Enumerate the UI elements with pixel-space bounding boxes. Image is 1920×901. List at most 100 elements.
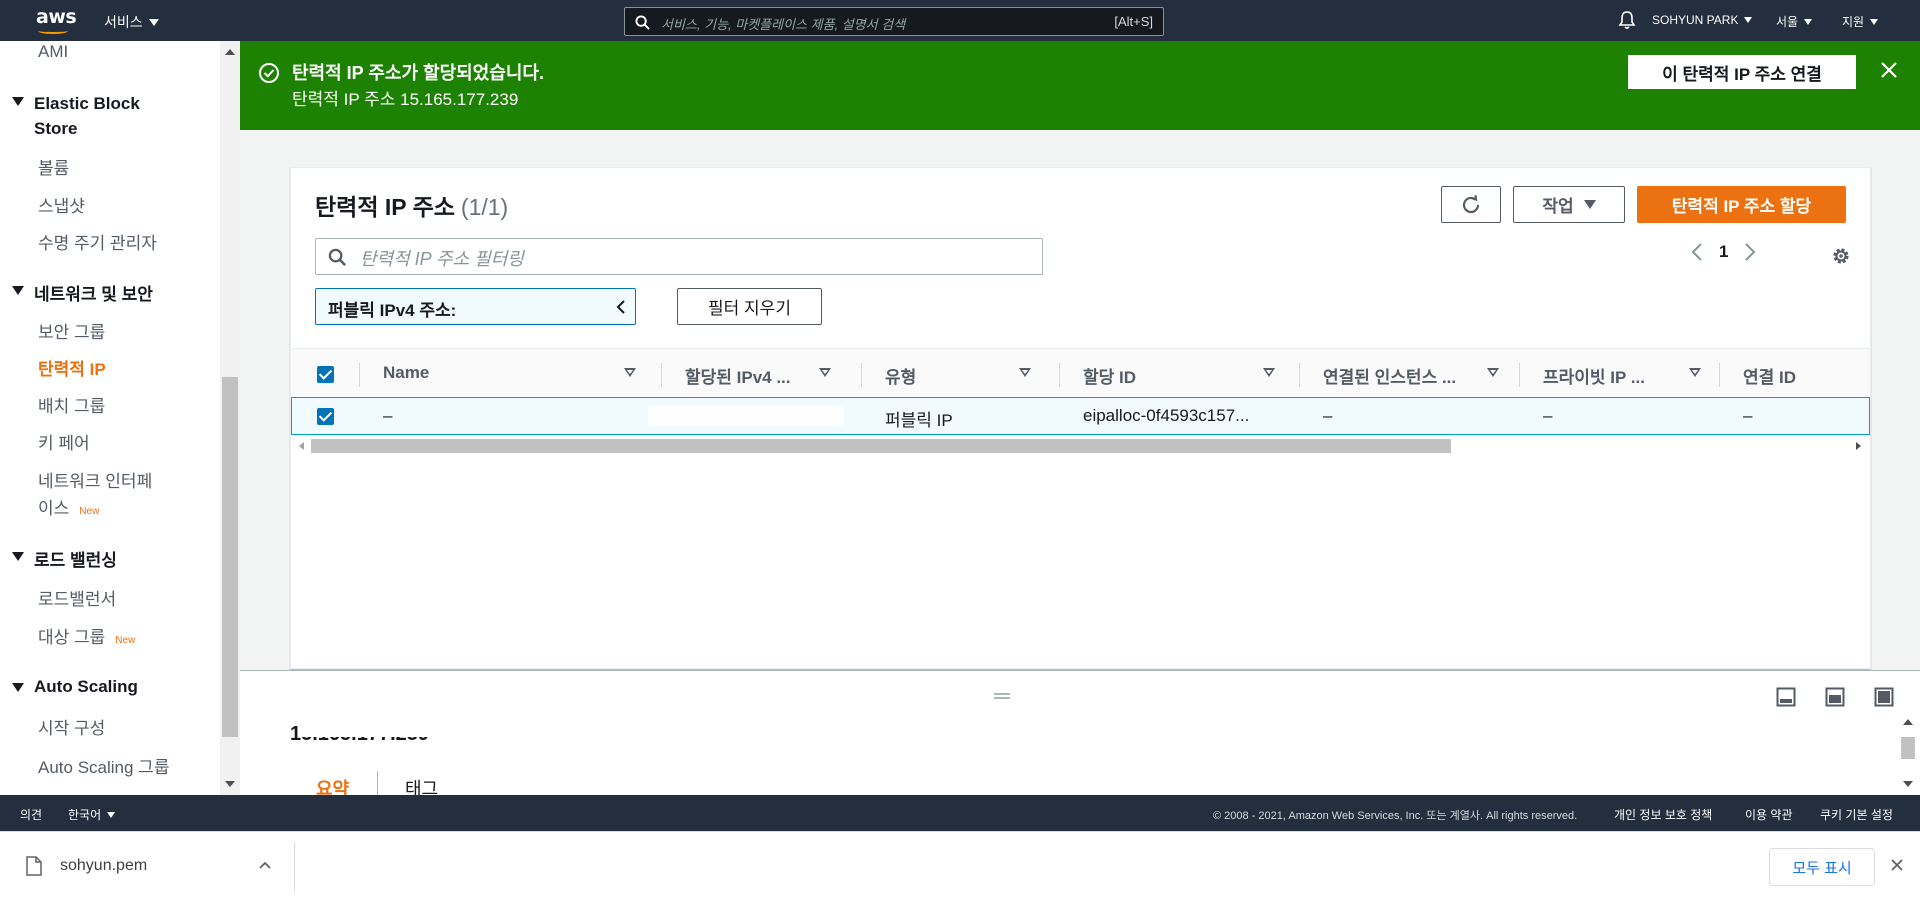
eip-filter-input[interactable]: 탄력적 IP 주소 필터링 — [315, 238, 1043, 275]
sidebar-item-launch-configs[interactable]: 시작 구성 — [38, 714, 105, 739]
refresh-button[interactable] — [1441, 186, 1501, 223]
scroll-up-icon[interactable] — [1903, 719, 1913, 725]
chevron-left-icon[interactable] — [1691, 242, 1703, 262]
aws-logo[interactable]: aws — [36, 6, 77, 36]
scrollbar-thumb[interactable] — [1901, 737, 1915, 759]
region-menu[interactable]: 서울 — [1776, 13, 1813, 30]
section-title-line1: Elastic Block — [34, 94, 140, 113]
column-header-name[interactable]: Name — [383, 363, 645, 383]
column-label: 연결된 인스턴스 ... — [1323, 368, 1457, 387]
split-panel-scrollbar[interactable] — [1898, 711, 1918, 793]
clear-filters-button[interactable]: 필터 지우기 — [677, 288, 822, 325]
expand-triangle-icon — [12, 683, 24, 692]
resize-handle[interactable] — [994, 693, 1010, 699]
filter-token[interactable]: 퍼블릭 IPv4 주소: — [315, 288, 636, 325]
redaction-overlay — [298, 721, 446, 737]
scroll-right-icon[interactable] — [1856, 442, 1861, 450]
sidebar-item-target-groups[interactable]: 대상 그룹 New — [38, 623, 135, 648]
sidebar: AMI Elastic Block Store 볼륨 스냅샷 수명 주기 관리자… — [0, 41, 220, 795]
sort-icon — [1019, 368, 1031, 377]
global-search-input[interactable]: 서비스, 기능, 마켓플레이스 제품, 설명서 검색 [Alt+S] — [624, 7, 1164, 36]
cookie-preferences-link[interactable]: 쿠키 기본 설정 — [1820, 806, 1893, 823]
sidebar-scrollbar[interactable] — [220, 41, 240, 795]
sidebar-item-asg[interactable]: Auto Scaling 그룹 — [38, 753, 169, 778]
sidebar-item-ami[interactable]: AMI — [38, 42, 68, 62]
flash-message: 탄력적 IP 주소 15.165.177.239 — [292, 90, 519, 109]
sidebar-item-snapshots[interactable]: 스냅샷 — [38, 192, 85, 217]
sidebar-item-load-balancers[interactable]: 로드밸런서 — [38, 585, 116, 610]
terms-link[interactable]: 이용 약관 — [1745, 806, 1793, 823]
sidebar-item-security-groups[interactable]: 보안 그룹 — [38, 318, 105, 343]
column-header-type[interactable]: 유형 — [885, 363, 1035, 388]
column-header-association-id[interactable]: 연결 ID — [1743, 363, 1796, 388]
scroll-left-icon[interactable] — [299, 442, 304, 450]
column-header-associated-instance[interactable]: 연결된 인스턴스 ... — [1323, 363, 1513, 388]
clear-filters-label: 필터 지우기 — [708, 299, 791, 318]
close-icon[interactable] — [1880, 61, 1898, 79]
tab-separator — [377, 771, 378, 796]
sidebar-section-auto-scaling[interactable]: Auto Scaling — [12, 677, 138, 697]
column-header-private-ip[interactable]: 프라이빗 IP ... — [1543, 363, 1713, 388]
sidebar-item-network-interfaces[interactable]: 네트워크 인터페 이스 New — [38, 467, 152, 519]
page-number[interactable]: 1 — [1719, 242, 1728, 262]
sidebar-item-key-pairs[interactable]: 키 페어 — [38, 429, 90, 454]
new-badge: New — [79, 506, 100, 517]
scroll-down-icon[interactable] — [225, 781, 235, 787]
sidebar-item-placement-groups[interactable]: 배치 그룹 — [38, 392, 105, 417]
item-label-line2: 이스 — [38, 499, 70, 518]
flash-title: 탄력적 IP 주소가 할당되었습니다. — [292, 63, 544, 83]
actions-dropdown[interactable]: 작업 — [1513, 186, 1625, 223]
privacy-link[interactable]: 개인 정보 보호 정책 — [1614, 806, 1712, 823]
row-checkbox[interactable] — [317, 408, 334, 425]
column-separator — [861, 363, 862, 387]
panel-bottom-icon[interactable] — [1776, 687, 1796, 707]
select-all-checkbox[interactable] — [317, 366, 334, 383]
scrollbar-thumb[interactable] — [311, 439, 1451, 453]
close-icon[interactable] — [1890, 858, 1904, 872]
success-flashbar: 탄력적 IP 주소가 할당되었습니다. 탄력적 IP 주소 15.165.177… — [240, 41, 1920, 130]
table-row[interactable]: – 퍼블릭 IP eipalloc-0f4593c157... – – – — [291, 397, 1870, 435]
show-all-downloads-button[interactable]: 모두 표시 — [1769, 848, 1875, 886]
scrollbar-thumb[interactable] — [222, 377, 238, 737]
user-name: SOHYUN PARK — [1652, 13, 1739, 27]
column-label: 연결 ID — [1743, 368, 1797, 387]
allocate-eip-button[interactable]: 탄력적 IP 주소 할당 — [1637, 186, 1846, 223]
sidebar-item-volumes[interactable]: 볼륨 — [38, 154, 69, 179]
search-icon — [328, 248, 346, 266]
title-text: 탄력적 IP 주소 — [315, 194, 455, 220]
column-label: Name — [383, 363, 430, 382]
chevron-left-icon[interactable] — [615, 299, 627, 315]
selection-count: (1/1) — [460, 194, 509, 220]
sidebar-item-lifecycle-manager[interactable]: 수명 주기 관리자 — [38, 229, 157, 254]
sidebar-section-network-security[interactable]: 네트워크 및 보안 — [12, 280, 153, 305]
gear-icon[interactable] — [1831, 246, 1851, 266]
search-placeholder: 서비스, 기능, 마켓플레이스 제품, 설명서 검색 — [661, 17, 906, 32]
user-menu[interactable]: SOHYUN PARK — [1652, 13, 1753, 27]
download-filename[interactable]: sohyun.pem — [60, 857, 147, 875]
column-header-allocation-id[interactable]: 할당 ID — [1083, 363, 1283, 388]
support-menu[interactable]: 지원 — [1842, 13, 1879, 30]
region-name: 서울 — [1776, 15, 1799, 29]
feedback-link[interactable]: 의견 — [20, 806, 42, 823]
search-icon — [635, 15, 650, 30]
panel-full-icon[interactable] — [1874, 687, 1894, 707]
language-selector[interactable]: 한국어 — [68, 806, 116, 823]
sidebar-section-load-balancing[interactable]: 로드 밸런싱 — [12, 546, 117, 571]
scroll-up-icon[interactable] — [225, 49, 235, 55]
services-menu[interactable]: 서비스 — [104, 12, 159, 32]
caret-down-icon — [1870, 18, 1879, 25]
filter-token-label: 퍼블릭 IPv4 주소: — [328, 301, 457, 320]
sidebar-item-elastic-ip[interactable]: 탄력적 IP — [38, 355, 106, 380]
chevron-right-icon[interactable] — [1744, 242, 1756, 262]
horizontal-scrollbar[interactable] — [291, 436, 1870, 454]
chevron-up-icon[interactable] — [258, 860, 272, 870]
sidebar-section-ebs[interactable]: Elastic Block Store — [12, 91, 140, 141]
caret-down-icon — [1583, 200, 1596, 209]
bell-icon[interactable] — [1618, 10, 1636, 30]
associate-eip-button[interactable]: 이 탄력적 IP 주소 연결 — [1628, 55, 1856, 89]
scroll-down-icon[interactable] — [1903, 781, 1913, 787]
section-title: 네트워크 및 보안 — [34, 285, 153, 304]
column-header-allocated-ipv4[interactable]: 할당된 IPv4 ... — [685, 363, 855, 388]
panel-middle-icon[interactable] — [1825, 687, 1845, 707]
cell-allocation-id[interactable]: eipalloc-0f4593c157... — [1083, 406, 1249, 426]
